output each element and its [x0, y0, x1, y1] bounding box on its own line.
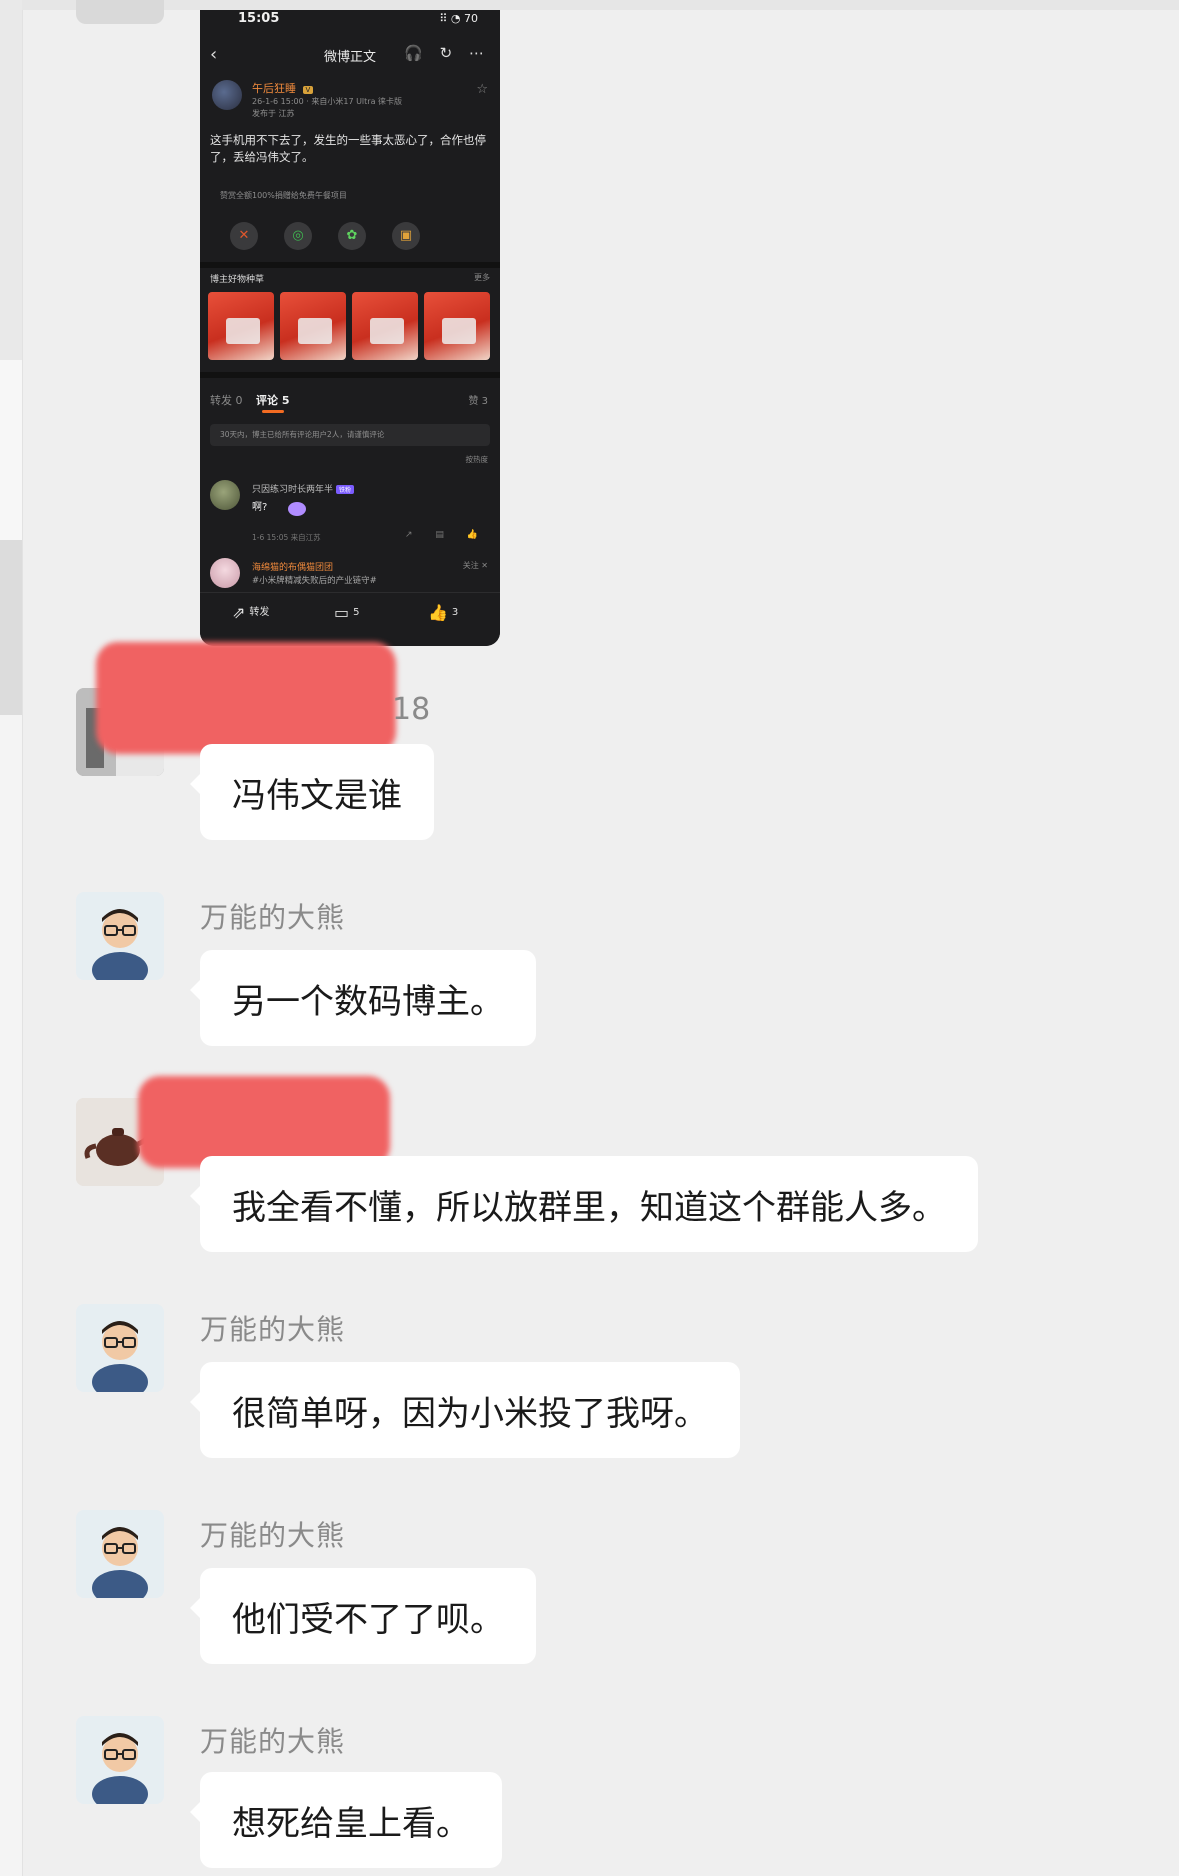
sender-name-tail: 18 [392, 692, 431, 727]
status-icons: ⠿ ◔ 70 [439, 12, 478, 25]
comment-button[interactable]: ▭ 5 [334, 603, 360, 622]
sender-name: 万能的大熊 [200, 1519, 346, 1552]
like-button[interactable]: 👍 3 [428, 603, 458, 622]
shop-more-link[interactable]: 更多 [474, 272, 490, 283]
comment-time: 1-6 15:05 来自江苏 [252, 533, 321, 542]
save-image-icon[interactable]: ▣ [392, 222, 420, 250]
reply-text: #小米牌精减失败后的产业链守# [252, 576, 377, 586]
avatar[interactable] [76, 1716, 164, 1804]
product-card[interactable] [208, 292, 274, 360]
tab-likes[interactable]: 赞 3 [468, 392, 488, 407]
comment-action-icons[interactable]: ↗ ▤ 👍 [405, 530, 488, 540]
avatar[interactable] [76, 1510, 164, 1598]
donation-note: 赞赏全额100%捐赠给免费午餐项目 [220, 191, 347, 200]
replier-name[interactable]: 海绵猫的布偶猫团团 [252, 560, 333, 573]
rail-block [0, 0, 22, 360]
nav-bar: ‹ 微博正文 🎧 ↻ ⋯ [200, 40, 500, 70]
commenter-name[interactable]: 只因练习时长两年半 铁粉 [252, 482, 355, 495]
commenter-name-text: 只因练习时长两年半 [252, 485, 334, 495]
avatar[interactable] [76, 0, 164, 24]
avatar[interactable] [76, 892, 164, 980]
divider [200, 262, 500, 268]
repost-label: 转发 [249, 607, 270, 618]
tab-repost[interactable]: 转发 0 [210, 392, 243, 408]
share-icon-1[interactable]: ✕ [230, 222, 258, 250]
replier-avatar[interactable] [210, 558, 240, 588]
comment-count: 5 [353, 607, 360, 618]
nav-action-icons[interactable]: 🎧 ↻ ⋯ [404, 44, 490, 62]
redaction-mark [96, 642, 396, 754]
bear-avatar-icon [76, 1510, 164, 1598]
shared-screenshot[interactable]: 15:05 ⠿ ◔ 70 ‹ 微博正文 🎧 ↻ ⋯ 午后狂睡 V 26-1-6 … [200, 10, 500, 646]
rail-block [0, 360, 22, 540]
avatar[interactable] [76, 1304, 164, 1392]
sender-name: 万能的大熊 [200, 901, 346, 934]
message-bubble[interactable]: 冯伟文是谁 [190, 744, 434, 840]
tab-comments[interactable]: 评论 5 [256, 392, 289, 408]
status-bar: 15:05 ⠿ ◔ 70 [200, 10, 500, 32]
repost-button[interactable]: ⇗ 转发 [232, 603, 269, 622]
message-bubble[interactable]: 很简单呀，因为小米投了我呀。 [190, 1362, 740, 1458]
like-count: 3 [451, 607, 459, 618]
comment-text: 啊? [252, 502, 268, 513]
comment-icon: ▭ [334, 603, 350, 622]
follow-button[interactable]: 关注 ✕ [463, 560, 488, 571]
sort-toggle[interactable]: 按热度 [466, 454, 489, 465]
like-icon: 👍 [428, 603, 448, 622]
author-name[interactable]: 午后狂睡 V [252, 80, 314, 96]
shop-title: 博主好物种草 [210, 275, 265, 285]
rail-block [0, 540, 22, 715]
author-name-text: 午后狂睡 [252, 82, 296, 95]
comment-tabs: 转发 0 评论 5 赞 3 [200, 386, 500, 416]
product-card[interactable] [424, 292, 490, 360]
post-meta: 26-1-6 15:00 · 来自小米17 Ultra 徕卡版 发布于 江苏 [252, 96, 402, 120]
favorite-icon[interactable]: ☆ [476, 82, 488, 97]
message-bubble[interactable]: 我全看不懂，所以放群里，知道这个群能人多。 [190, 1156, 978, 1252]
message-bubble[interactable]: 另一个数码博主。 [190, 950, 536, 1046]
message-bubble[interactable]: 想死给皇上看。 [190, 1772, 502, 1868]
share-row: ✕ ◎ ✿ ▣ [200, 218, 500, 258]
bear-avatar-icon [76, 1716, 164, 1804]
active-tab-indicator [262, 410, 284, 413]
bottom-action-bar: ⇗ 转发 ▭ 5 👍 3 [200, 592, 500, 646]
post-meta-line1: 26-1-6 15:00 · 来自小米17 Ultra 徕卡版 [252, 97, 403, 106]
author-avatar[interactable] [212, 80, 242, 110]
sender-name: 万能的大熊 [200, 1725, 346, 1758]
message-bubble[interactable]: 他们受不了了呗。 [190, 1568, 536, 1664]
divider [200, 372, 500, 378]
left-rail [0, 0, 23, 1876]
moments-icon[interactable]: ✿ [338, 222, 366, 250]
author-badge: V [302, 86, 314, 94]
sticker-icon [288, 502, 306, 516]
product-card[interactable] [280, 292, 346, 360]
commenter-avatar[interactable] [210, 480, 240, 510]
fan-badge: 铁粉 [336, 485, 355, 494]
redaction-mark [138, 1076, 390, 1168]
post-meta-line2: 发布于 江苏 [252, 109, 295, 118]
product-card[interactable] [352, 292, 418, 360]
bear-avatar-icon [76, 892, 164, 980]
top-edge [22, 0, 1179, 10]
wechat-icon[interactable]: ◎ [284, 222, 312, 250]
post-text: 这手机用不下去了，发生的一些事太恶心了，合作也停了，丢给冯伟文了。 [210, 133, 486, 164]
chat-window: 15:05 ⠿ ◔ 70 ‹ 微博正文 🎧 ↻ ⋯ 午后狂睡 V 26-1-6 … [0, 0, 1179, 1876]
comment-notice: 30天内，博主已给所有评论用户2人，请谨慎评论 [210, 424, 490, 446]
status-time: 15:05 [238, 11, 280, 26]
repost-icon: ⇗ [232, 603, 246, 622]
sender-name: 万能的大熊 [200, 1313, 346, 1346]
bear-avatar-icon [76, 1304, 164, 1392]
